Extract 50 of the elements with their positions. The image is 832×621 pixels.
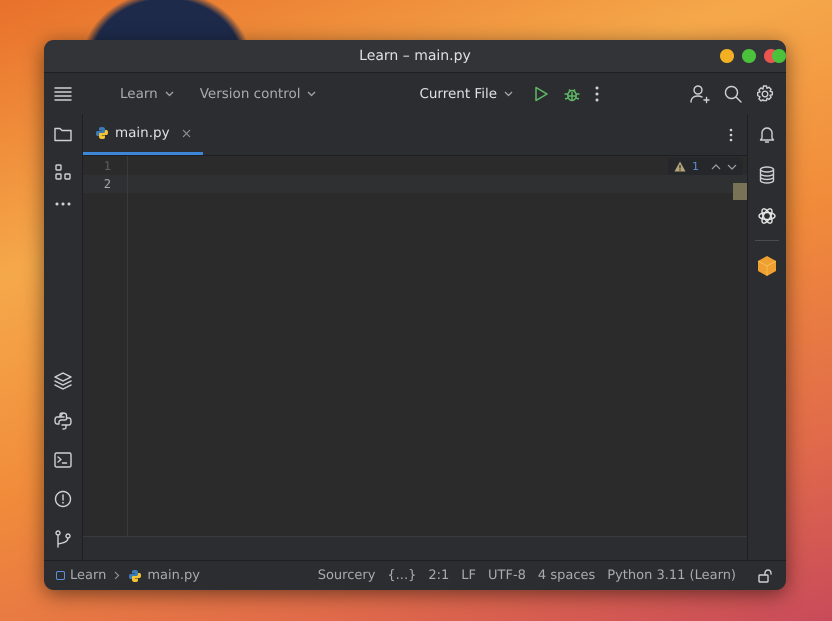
close-icon[interactable] [182, 128, 191, 138]
caret-icon [504, 90, 514, 96]
caret-icon [307, 90, 316, 96]
menu-icon[interactable] [54, 86, 72, 102]
project-dropdown[interactable]: Learn [114, 82, 180, 106]
warning-count[interactable]: 1 [692, 160, 699, 173]
bell-icon[interactable] [758, 126, 776, 144]
status-item[interactable]: 2:1 [428, 568, 450, 583]
chevron-icon [114, 571, 120, 580]
git-branch-icon[interactable] [55, 530, 71, 548]
unlock-icon[interactable] [758, 568, 772, 582]
terminal-icon[interactable] [54, 452, 72, 468]
settings-icon[interactable] [756, 84, 774, 102]
structure-icon[interactable] [55, 164, 71, 180]
more-icon[interactable] [729, 128, 733, 142]
status-item[interactable]: LF [461, 568, 476, 583]
next-icon[interactable] [727, 164, 737, 170]
zoom-button[interactable] [742, 49, 756, 63]
run-icon[interactable] [533, 86, 550, 102]
status-item[interactable]: {...} [387, 568, 416, 583]
previous-icon[interactable] [711, 164, 721, 170]
more-icon[interactable] [55, 202, 71, 206]
window-title: Learn – main.py [359, 48, 471, 64]
add-user-icon[interactable] [690, 84, 710, 104]
search-icon[interactable] [724, 84, 742, 102]
python-icon [128, 568, 142, 582]
minimize-button[interactable] [720, 49, 734, 63]
python-outline-icon[interactable] [54, 412, 72, 430]
line-number: 1 [102, 158, 112, 175]
vcs-dropdown[interactable]: Version control [194, 82, 322, 106]
breadcrumb[interactable]: main.py [128, 568, 200, 583]
status-item[interactable]: UTF-8 [488, 568, 526, 583]
status-item[interactable]: 4 spaces [538, 568, 596, 583]
cube-icon[interactable] [757, 255, 777, 277]
database-icon[interactable] [759, 166, 775, 184]
status-item[interactable]: Sourcery [318, 568, 376, 583]
python-icon [95, 126, 109, 140]
folder-icon[interactable] [54, 126, 72, 142]
status-item[interactable]: Python 3.11 (Learn) [607, 568, 736, 583]
problems-icon[interactable] [54, 490, 72, 508]
module-icon [56, 571, 65, 580]
line-number: 2 [83, 175, 127, 193]
run-config-dropdown[interactable]: Current File [413, 82, 520, 106]
layers-icon[interactable] [54, 372, 72, 390]
caret-icon [164, 90, 174, 96]
warning-icon[interactable] [674, 161, 686, 172]
breadcrumb[interactable]: Learn [56, 568, 106, 583]
more-icon[interactable] [595, 86, 600, 102]
scrollbar-warning-marker [733, 183, 747, 200]
zoom-button[interactable] [772, 49, 786, 63]
